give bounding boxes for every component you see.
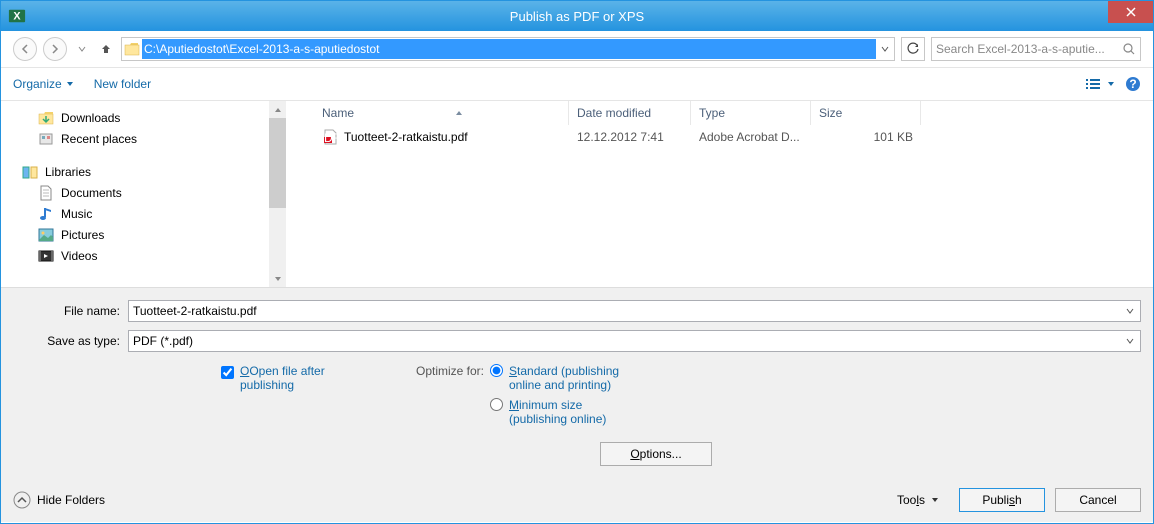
sidebar-item-pictures[interactable]: Pictures xyxy=(21,224,286,245)
toolbar: Organize New folder ? xyxy=(1,67,1153,101)
column-size[interactable]: Size xyxy=(811,101,921,125)
sidebar-label: Music xyxy=(61,207,92,221)
file-size: 101 KB xyxy=(811,130,921,144)
optimize-standard-radio[interactable] xyxy=(490,364,503,377)
optimize-minimum[interactable]: Minimum size (publishing online) xyxy=(490,398,712,426)
file-list: Name Date modified Type Size PDF Tuottee… xyxy=(286,101,1153,287)
filename-label: File name: xyxy=(13,304,128,318)
downloads-icon xyxy=(37,109,55,127)
sidebar-label: Pictures xyxy=(61,228,104,242)
open-after-text1: Open file after xyxy=(249,364,324,378)
open-after-checkbox[interactable]: OOpen file after publishing xyxy=(221,364,350,478)
excel-icon: X xyxy=(7,6,27,26)
open-after-text2: publishing xyxy=(240,378,294,392)
recent-dropdown[interactable] xyxy=(73,40,91,58)
pdf-icon: PDF xyxy=(322,129,338,145)
footer: Hide Folders Tools Publish Cancel xyxy=(1,478,1153,522)
up-button[interactable] xyxy=(97,40,115,58)
svg-text:X: X xyxy=(13,11,21,23)
address-input[interactable] xyxy=(142,39,876,59)
file-name: Tuotteet-2-ratkaistu.pdf xyxy=(344,130,468,144)
tools-menu[interactable]: Tools xyxy=(897,493,939,507)
sidebar-label: Libraries xyxy=(45,165,91,179)
folder-icon xyxy=(122,42,142,56)
svg-text:?: ? xyxy=(1129,77,1136,91)
address-dropdown[interactable] xyxy=(876,45,894,53)
column-label: Name xyxy=(322,106,354,120)
recent-icon xyxy=(37,130,55,148)
titlebar: X Publish as PDF or XPS xyxy=(1,1,1153,31)
new-folder-button[interactable]: New folder xyxy=(94,77,151,91)
window-title: Publish as PDF or XPS xyxy=(1,9,1153,24)
open-after-label: OOpen file after publishing xyxy=(240,364,350,392)
search-placeholder: Search Excel-2013-a-s-aputie... xyxy=(936,42,1122,56)
sidebar-item-downloads[interactable]: Downloads xyxy=(21,107,286,128)
videos-icon xyxy=(37,247,55,265)
chevron-up-icon xyxy=(13,491,31,509)
optimize-standard[interactable]: Standard (publishing online and printing… xyxy=(490,364,712,392)
view-mode-button[interactable] xyxy=(1085,77,1115,91)
filename-dropdown[interactable] xyxy=(1122,303,1138,319)
sidebar-label: Videos xyxy=(61,249,97,263)
hide-folders-button[interactable]: Hide Folders xyxy=(13,491,105,509)
options-button[interactable]: Options... xyxy=(600,442,712,466)
optimize-minimum-label: Minimum size (publishing online) xyxy=(509,398,639,426)
column-headers: Name Date modified Type Size xyxy=(286,101,1153,125)
forward-button[interactable] xyxy=(43,37,67,61)
organize-label: Organize xyxy=(13,77,62,91)
sidebar-item-videos[interactable]: Videos xyxy=(21,245,286,266)
column-name[interactable]: Name xyxy=(314,101,569,125)
search-icon xyxy=(1122,42,1136,56)
sidebar-label: Downloads xyxy=(61,111,120,125)
back-button[interactable] xyxy=(13,37,37,61)
open-after-input[interactable] xyxy=(221,366,234,379)
refresh-button[interactable] xyxy=(901,37,925,61)
documents-icon xyxy=(37,184,55,202)
file-row[interactable]: PDF Tuotteet-2-ratkaistu.pdf 12.12.2012 … xyxy=(286,125,1153,149)
pictures-icon xyxy=(37,226,55,244)
help-button[interactable]: ? xyxy=(1125,76,1141,92)
sidebar-item-libraries[interactable]: Libraries xyxy=(21,161,286,182)
savetype-label: Save as type: xyxy=(13,334,128,348)
column-type[interactable]: Type xyxy=(691,101,811,125)
filename-value: Tuotteet-2-ratkaistu.pdf xyxy=(133,304,257,318)
sidebar-item-music[interactable]: Music xyxy=(21,203,286,224)
cancel-button[interactable]: Cancel xyxy=(1055,488,1141,512)
main-split: Downloads Recent places Libraries Docume… xyxy=(1,101,1153,287)
sidebar-item-recent[interactable]: Recent places xyxy=(21,128,286,149)
search-box[interactable]: Search Excel-2013-a-s-aputie... xyxy=(931,37,1141,61)
navbar: Search Excel-2013-a-s-aputie... xyxy=(1,31,1153,67)
close-button[interactable] xyxy=(1108,1,1153,23)
savetype-dropdown[interactable] xyxy=(1122,333,1138,349)
savetype-field[interactable]: PDF (*.pdf) xyxy=(128,330,1141,352)
libraries-icon xyxy=(21,163,39,181)
optimize-standard-label: Standard (publishing online and printing… xyxy=(509,364,639,392)
optimize-minimum-radio[interactable] xyxy=(490,398,503,411)
address-bar[interactable] xyxy=(121,37,895,61)
svg-text:PDF: PDF xyxy=(322,131,338,145)
music-icon xyxy=(37,205,55,223)
file-type: Adobe Acrobat D... xyxy=(691,130,811,144)
filename-field[interactable]: Tuotteet-2-ratkaistu.pdf xyxy=(128,300,1141,322)
sidebar-label: Recent places xyxy=(61,132,137,146)
bottom-panel: File name: Tuotteet-2-ratkaistu.pdf Save… xyxy=(1,287,1153,522)
organize-menu[interactable]: Organize xyxy=(13,77,74,91)
file-date: 12.12.2012 7:41 xyxy=(569,130,691,144)
hide-folders-label: Hide Folders xyxy=(37,493,105,507)
publish-button[interactable]: Publish xyxy=(959,488,1045,512)
column-date[interactable]: Date modified xyxy=(569,101,691,125)
optimize-label: Optimize for: xyxy=(410,364,490,478)
sidebar-item-documents[interactable]: Documents xyxy=(21,182,286,203)
sidebar-scrollbar[interactable] xyxy=(269,101,286,287)
savetype-value: PDF (*.pdf) xyxy=(133,334,193,348)
sidebar: Downloads Recent places Libraries Docume… xyxy=(1,101,286,287)
sidebar-label: Documents xyxy=(61,186,122,200)
